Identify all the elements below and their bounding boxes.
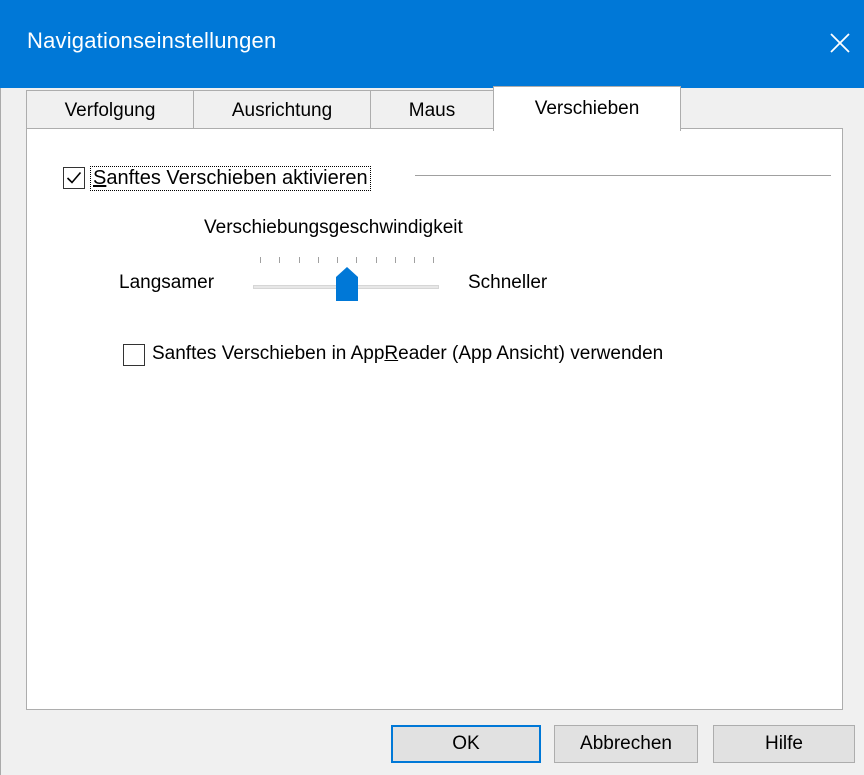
smooth-scroll-label[interactable]: Sanftes Verschieben aktivieren	[90, 166, 371, 191]
help-button[interactable]: Hilfe	[713, 725, 855, 763]
slider-tick	[376, 257, 377, 263]
slider-tick	[414, 257, 415, 263]
appreader-label[interactable]: Sanftes Verschieben in AppReader (App An…	[152, 343, 663, 365]
slider-tick	[260, 257, 261, 263]
slider-tick	[433, 257, 434, 263]
tab-ausrichtung[interactable]: Ausrichtung	[193, 90, 371, 130]
smooth-scroll-accel: S	[93, 167, 107, 189]
appreader-checkbox[interactable]	[123, 344, 145, 366]
tab-verschieben[interactable]: Verschieben	[493, 86, 681, 131]
slider-tick	[318, 257, 319, 263]
speed-heading: Verschiebungsgeschwindigkeit	[204, 217, 463, 238]
slider-thumb[interactable]	[336, 267, 358, 301]
slider-tick	[279, 257, 280, 263]
tab-panel-verschieben: Sanftes Verschieben aktivieren Verschieb…	[26, 128, 843, 710]
speed-slider[interactable]	[251, 257, 443, 307]
slower-label: Langsamer	[119, 272, 215, 293]
smooth-scroll-rest: anftes Verschieben aktivieren	[106, 167, 368, 189]
appreader-label-post: eader (App Ansicht) verwenden	[398, 343, 664, 364]
checkmark-icon	[66, 171, 82, 184]
dialog-body: Verfolgung Ausrichtung Maus Verschieben …	[0, 86, 864, 775]
appreader-label-pre: Sanftes Verschieben in App	[152, 343, 385, 364]
slider-tick	[356, 257, 357, 263]
faster-label: Schneller	[468, 272, 548, 293]
group-divider	[415, 175, 831, 176]
slider-tick	[299, 257, 300, 263]
smooth-scroll-checkbox[interactable]	[63, 167, 85, 189]
title-bar: Navigationseinstellungen	[0, 0, 864, 88]
close-icon	[830, 33, 850, 53]
ok-button[interactable]: OK	[391, 725, 541, 763]
cancel-button[interactable]: Abbrechen	[554, 725, 698, 763]
tab-maus[interactable]: Maus	[370, 90, 494, 130]
slider-tick	[337, 257, 338, 263]
appreader-label-accel: R	[384, 343, 399, 364]
slider-tick	[395, 257, 396, 263]
tab-verfolgung[interactable]: Verfolgung	[26, 90, 194, 130]
close-button[interactable]	[816, 14, 864, 72]
window-title: Navigationseinstellungen	[27, 28, 277, 53]
